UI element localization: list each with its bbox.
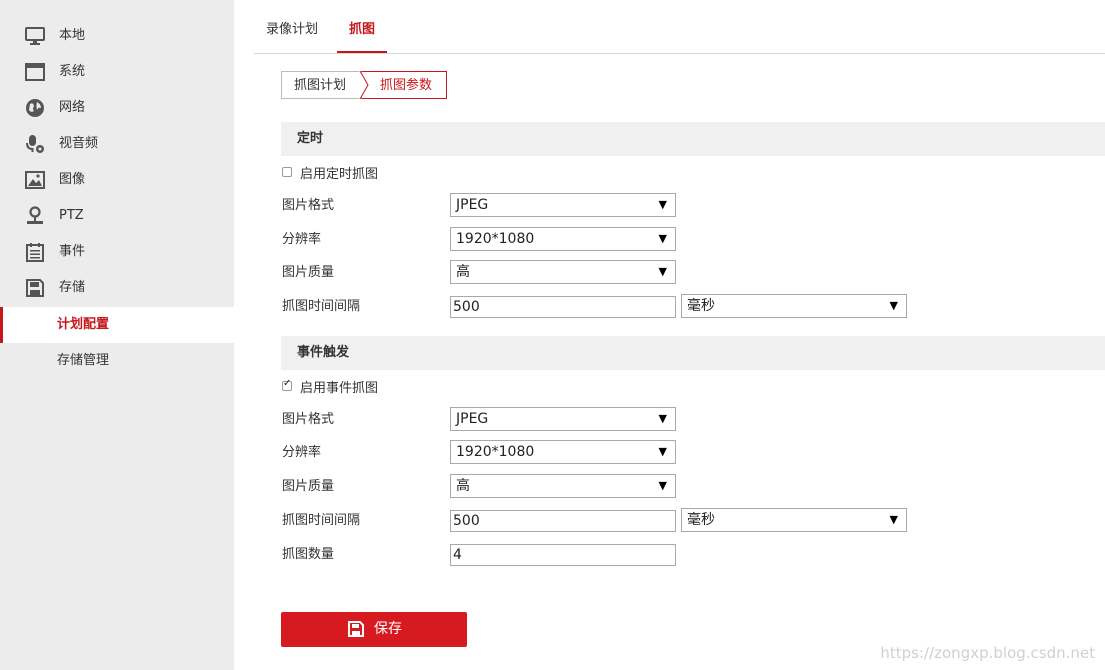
sidebar-item-network[interactable]: 网络 — [0, 90, 234, 126]
select-value: 1920*1080 — [456, 444, 535, 460]
field-label: 抓图数量 — [282, 547, 335, 562]
sidebar-item-audio-video[interactable]: 视音频 — [0, 126, 234, 162]
sidebar-item-label: 视音频 — [59, 136, 99, 151]
field-label: 图片格式 — [282, 198, 335, 213]
sidebar-item-image[interactable]: 图像 — [0, 162, 234, 198]
sidebar-item-local[interactable]: 本地 — [0, 18, 234, 54]
event-count-input[interactable]: 4 — [450, 544, 676, 566]
dropdown-arrow-icon: ▼ — [658, 445, 667, 458]
save-icon — [348, 621, 364, 637]
dropdown-arrow-icon: ▼ — [889, 513, 898, 526]
select-value: 1920*1080 — [456, 231, 535, 247]
timed-unit-select[interactable]: 毫秒 ▼ — [681, 294, 907, 318]
event-unit-select[interactable]: 毫秒 ▼ — [681, 508, 907, 532]
tab-record-plan[interactable]: 录像计划 — [254, 0, 330, 53]
microphone-icon — [26, 135, 44, 153]
main-content: 录像计划 抓图 抓图计划 抓图参数 定时 启用定时抓图 图片格式 JPEG ▼ … — [234, 0, 1105, 670]
input-value: 500 — [453, 299, 480, 315]
event-interval-input[interactable]: 500 — [450, 510, 676, 532]
select-value: 毫秒 — [687, 298, 715, 314]
sidebar-item-system[interactable]: 系统 — [0, 54, 234, 90]
event-format-select[interactable]: JPEG ▼ — [450, 407, 676, 431]
window-icon — [25, 63, 45, 81]
subtab-capture-params[interactable]: 抓图参数 — [361, 71, 447, 99]
field-label: 抓图时间间隔 — [282, 513, 361, 528]
sidebar-item-label: 系统 — [59, 64, 86, 79]
field-label: 图片质量 — [282, 265, 335, 280]
chevron-right-icon — [359, 71, 369, 99]
timed-format-select[interactable]: JPEG ▼ — [450, 193, 676, 217]
dropdown-arrow-icon: ▼ — [658, 265, 667, 278]
sidebar-item-schedule-config[interactable]: 计划配置 — [0, 307, 234, 343]
monitor-icon — [25, 27, 45, 45]
event-resolution-select[interactable]: 1920*1080 ▼ — [450, 440, 676, 464]
sidebar-item-ptz[interactable]: PTZ — [0, 198, 234, 234]
tab-bar: 录像计划 抓图 — [254, 0, 1105, 54]
select-value: JPEG — [456, 197, 489, 213]
sidebar-item-storage-management[interactable]: 存储管理 — [0, 343, 234, 379]
dropdown-arrow-icon: ▼ — [658, 232, 667, 245]
field-label: 分辨率 — [282, 445, 322, 460]
save-button-label: 保存 — [374, 621, 402, 637]
sidebar-item-event[interactable]: 事件 — [0, 234, 234, 270]
sidebar-item-label: 图像 — [59, 172, 86, 187]
sidebar-item-label: 存储 — [59, 280, 86, 295]
event-quality-select[interactable]: 高 ▼ — [450, 474, 676, 498]
event-enable-row: 启用事件抓图 — [282, 376, 378, 396]
section-header-timed: 定时 — [281, 122, 1105, 156]
timed-enable-row: 启用定时抓图 — [282, 162, 378, 182]
select-value: JPEG — [456, 411, 489, 427]
sidebar-item-label: 事件 — [59, 244, 86, 259]
select-value: 毫秒 — [687, 512, 715, 528]
watermark: https://zongxp.blog.csdn.net — [880, 644, 1095, 662]
tab-capture[interactable]: 抓图 — [337, 0, 388, 53]
dropdown-arrow-icon: ▼ — [658, 412, 667, 425]
field-label: 分辨率 — [282, 232, 322, 247]
image-icon — [25, 171, 45, 189]
calendar-icon — [26, 243, 44, 262]
sidebar-item-storage[interactable]: 存储 — [0, 270, 234, 306]
sidebar: 本地 系统 网络 视音频 图像 PTZ 事件 存储 计划配置 存储管理 — [0, 0, 234, 670]
sidebar-item-label: PTZ — [59, 208, 84, 223]
disk-icon — [26, 279, 44, 297]
section-header-event: 事件触发 — [281, 336, 1105, 370]
dropdown-arrow-icon: ▼ — [889, 299, 898, 312]
select-value: 高 — [456, 264, 470, 280]
input-value: 4 — [453, 547, 462, 563]
sidebar-item-label: 存储管理 — [57, 353, 110, 368]
section-title: 事件触发 — [297, 345, 350, 360]
event-enable-checkbox[interactable] — [282, 378, 292, 391]
field-label: 抓图时间间隔 — [282, 299, 361, 314]
sidebar-item-label: 计划配置 — [57, 317, 110, 332]
timed-enable-checkbox[interactable] — [282, 167, 292, 177]
timed-interval-input[interactable]: 500 — [450, 296, 676, 318]
section-title: 定时 — [297, 131, 324, 146]
globe-icon — [26, 99, 44, 117]
dropdown-arrow-icon: ▼ — [658, 479, 667, 492]
dropdown-arrow-icon: ▼ — [658, 198, 667, 211]
field-label: 图片质量 — [282, 479, 335, 494]
checkbox-label: 启用定时抓图 — [300, 166, 379, 182]
save-button[interactable]: 保存 — [281, 612, 467, 647]
sidebar-item-label: 本地 — [59, 28, 86, 43]
ptz-icon — [27, 206, 43, 224]
select-value: 高 — [456, 478, 470, 494]
field-label: 图片格式 — [282, 412, 335, 427]
sidebar-item-label: 网络 — [59, 100, 86, 115]
timed-quality-select[interactable]: 高 ▼ — [450, 260, 676, 284]
timed-resolution-select[interactable]: 1920*1080 ▼ — [450, 227, 676, 251]
checkbox-label: 启用事件抓图 — [300, 380, 379, 396]
subtab-capture-plan[interactable]: 抓图计划 — [281, 71, 363, 99]
input-value: 500 — [453, 513, 480, 529]
